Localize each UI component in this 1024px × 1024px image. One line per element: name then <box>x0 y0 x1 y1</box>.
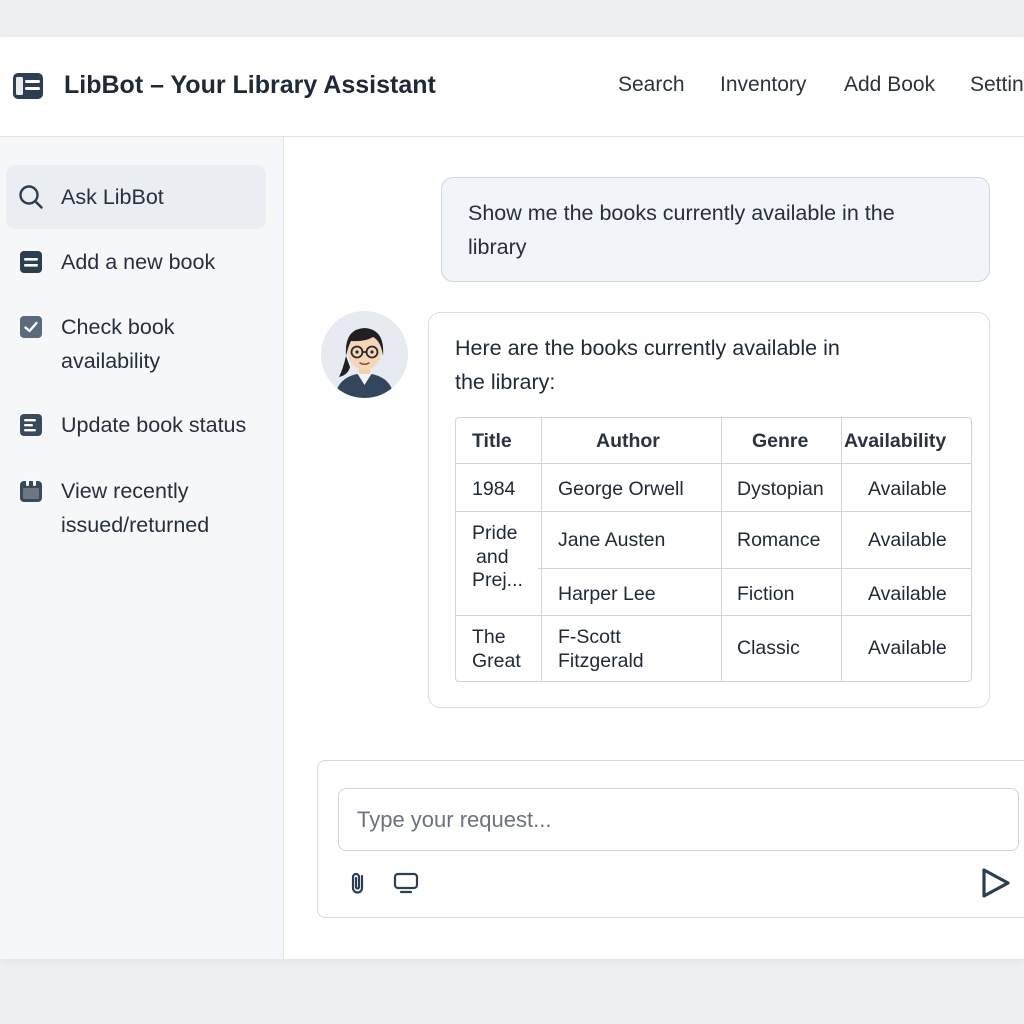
send-icon[interactable] <box>978 866 1012 900</box>
table-cell-genre: Dystopian <box>737 478 824 500</box>
book-icon <box>20 251 42 273</box>
table-cell-title: Prej... <box>472 569 523 591</box>
table-cell-availability: Available <box>868 478 947 500</box>
sidebar-item-label-line2: issued/returned <box>61 513 210 537</box>
composer-panel <box>317 760 1024 918</box>
sidebar-item-label-line2: availability <box>61 349 161 373</box>
bot-message: Here are the books currently available i… <box>455 331 925 399</box>
user-message-line2: library <box>468 235 527 259</box>
book-stack-icon <box>13 73 43 99</box>
search-icon <box>19 185 43 209</box>
sidebar-item-ask-libbot[interactable]: Ask LibBot <box>6 165 266 229</box>
monitor-icon[interactable] <box>392 869 420 897</box>
sidebar-item-label: Update book status <box>61 413 247 437</box>
sidebar-item-label-line1: Check book <box>61 315 175 339</box>
sidebar-item-label: Ask LibBot <box>61 185 164 209</box>
table-header-genre: Genre <box>752 430 809 452</box>
sidebar-item-update-status[interactable]: Update book status <box>6 393 266 457</box>
table-cell-title: Pride <box>472 522 518 544</box>
table-cell-title: The <box>472 626 506 648</box>
table-cell-availability: Available <box>868 637 947 659</box>
table-cell-title: Great <box>472 650 521 672</box>
table-header-title: Title <box>472 430 512 452</box>
table-cell-author: F-Scott <box>558 626 621 648</box>
sidebar-item-add-book[interactable]: Add a new book <box>6 230 266 294</box>
bot-message-line2: the library: <box>455 370 556 394</box>
table-cell-genre: Fiction <box>737 583 795 605</box>
app-window: LibBot – Your Library Assistant Search I… <box>0 37 1024 959</box>
bot-message-bubble: Here are the books currently available i… <box>428 312 990 708</box>
nav-inventory[interactable]: Inventory <box>720 73 806 97</box>
table-cell-title: and <box>476 546 509 568</box>
table-cell-author: Harper Lee <box>558 583 656 605</box>
table-cell-author: Jane Austen <box>558 529 666 551</box>
table-cell-genre: Romance <box>737 529 821 551</box>
paperclip-icon[interactable] <box>345 869 373 897</box>
app-title: LibBot – Your Library Assistant <box>64 71 436 99</box>
sidebar-item-label-line1: View recently <box>61 479 189 503</box>
books-table: Title Author Genre Availability 1984 Geo… <box>455 417 972 682</box>
user-message-line1: Show me the books currently available in… <box>468 201 895 225</box>
edit-document-icon <box>20 414 42 436</box>
table-cell-title: 1984 <box>472 478 516 500</box>
top-header: LibBot – Your Library Assistant Search I… <box>0 37 1024 137</box>
nav-settings[interactable]: Settings <box>970 73 1024 97</box>
table-cell-author: George Orwell <box>558 478 684 500</box>
request-input[interactable] <box>338 788 1019 851</box>
table-cell-author: Fitzgerald <box>558 650 644 672</box>
table-cell-availability: Available <box>868 529 947 551</box>
calendar-icon <box>20 479 42 502</box>
checkbox-icon <box>20 316 42 338</box>
bot-message-line1: Here are the books currently available i… <box>455 336 840 360</box>
nav-search[interactable]: Search <box>618 73 685 97</box>
user-message-bubble: Show me the books currently available in… <box>441 177 990 282</box>
nav-add-book[interactable]: Add Book <box>844 73 935 97</box>
sidebar-item-check-availability[interactable]: Check book availability <box>6 295 266 385</box>
table-header-availability: Availability <box>844 430 947 452</box>
user-message: Show me the books currently available in… <box>468 196 968 264</box>
librarian-avatar-icon <box>321 311 408 398</box>
table-header-author: Author <box>596 430 660 452</box>
sidebar-item-label: Add a new book <box>61 250 216 274</box>
table-cell-availability: Available <box>868 583 947 605</box>
table-cell-genre: Classic <box>737 637 800 659</box>
sidebar: Ask LibBot Add a new book Check book ava… <box>0 137 284 959</box>
sidebar-item-recent-issued[interactable]: View recently issued/returned <box>6 459 266 549</box>
